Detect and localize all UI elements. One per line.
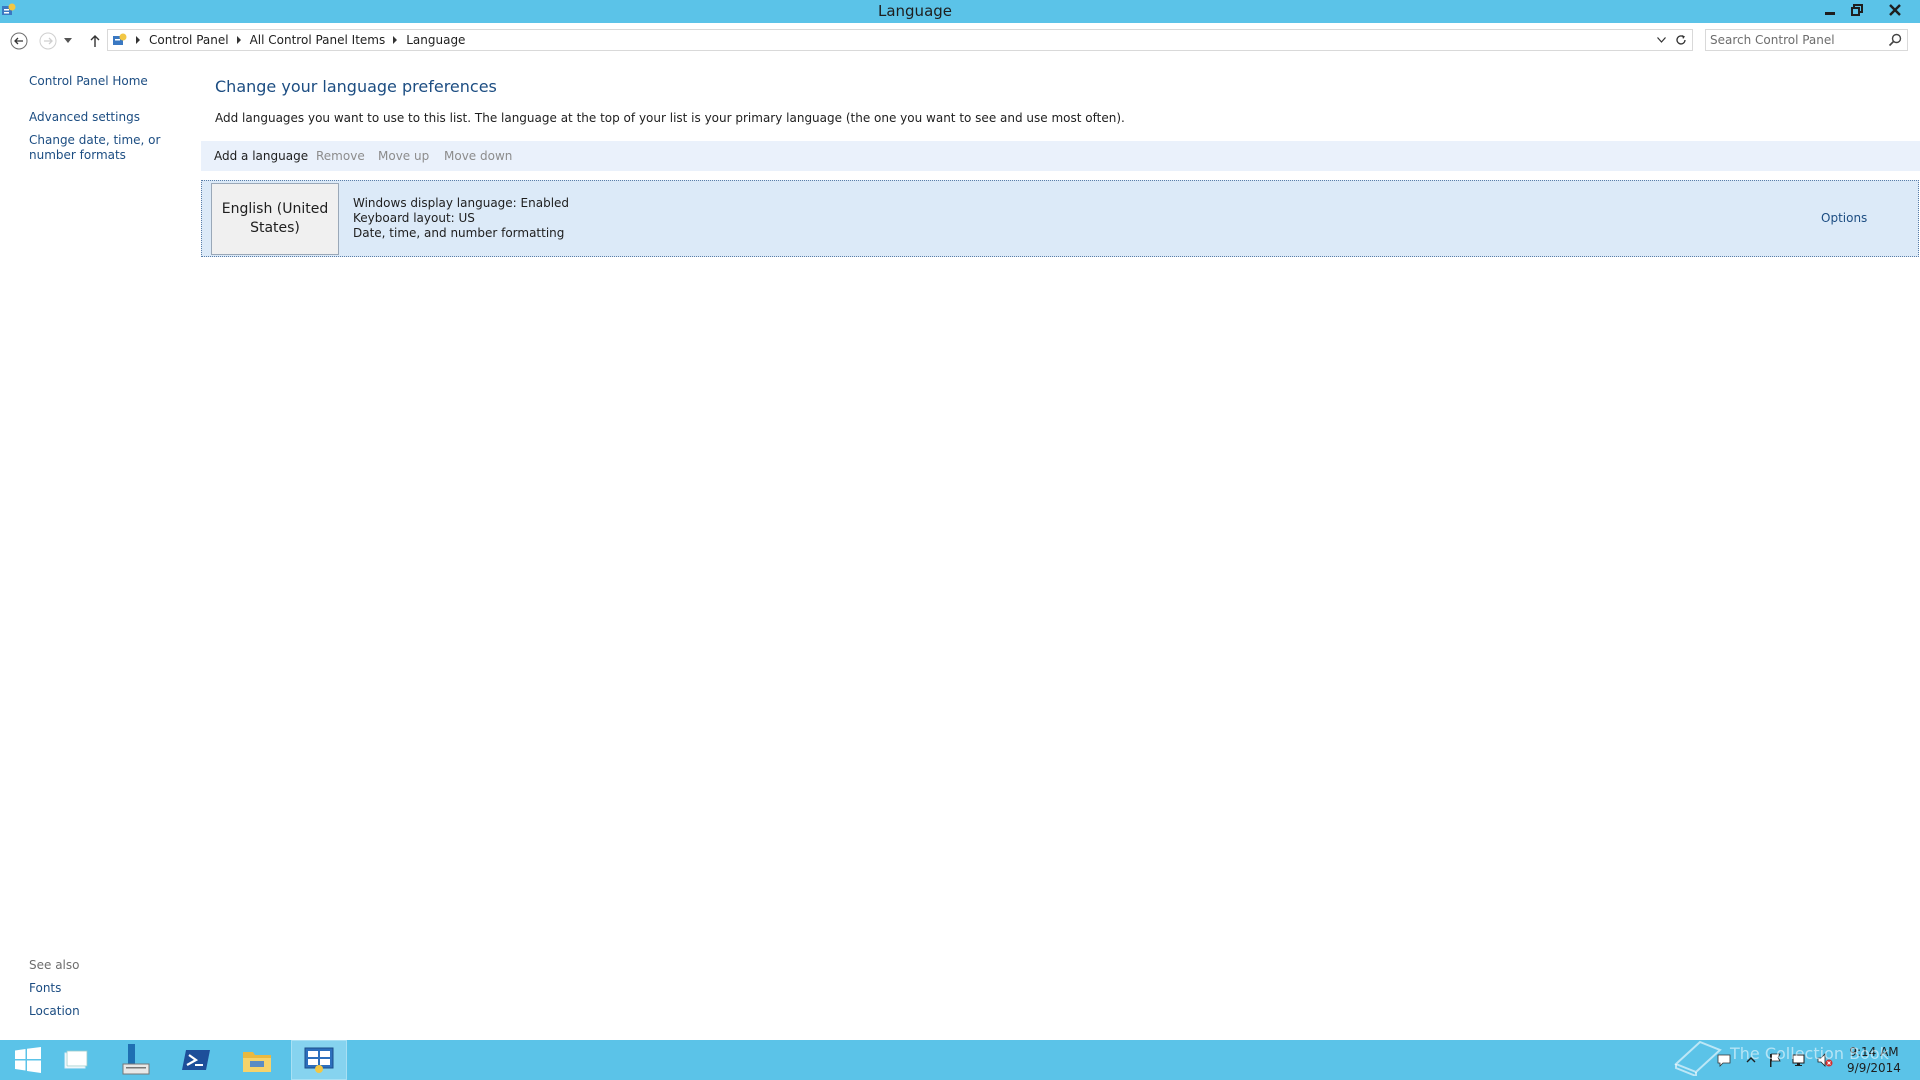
see-also-link-location[interactable]: Location <box>29 1004 80 1019</box>
breadcrumb-control-panel[interactable]: Control Panel <box>149 33 229 47</box>
address-bar[interactable]: Control Panel All Control Panel Items La… <box>107 29 1693 51</box>
refresh-icon <box>1676 35 1686 45</box>
folder-icon <box>243 1052 271 1072</box>
search-box[interactable] <box>1705 29 1908 51</box>
add-language-button[interactable]: Add a language <box>214 149 308 163</box>
search-icon[interactable] <box>1887 32 1903 48</box>
sidebar: Control Panel Home Advanced settings Cha… <box>0 56 200 1040</box>
move-down-button[interactable]: Move down <box>444 149 512 163</box>
chevron-down-icon <box>64 38 72 43</box>
minimize-button[interactable] <box>1816 0 1843 20</box>
server-manager-icon <box>64 1050 88 1069</box>
breadcrumb-all-items[interactable]: All Control Panel Items <box>250 33 386 47</box>
move-up-button[interactable]: Move up <box>378 149 429 163</box>
see-also-heading: See also <box>29 958 80 972</box>
recent-locations-button[interactable] <box>62 31 74 51</box>
watermark-text: The Collection Book <box>1730 1044 1889 1063</box>
taskbar-network-button[interactable] <box>107 1040 163 1080</box>
page-title: Change your language preferences <box>215 77 497 96</box>
close-icon <box>1889 4 1901 16</box>
breadcrumb: Control Panel All Control Panel Items La… <box>112 30 465 50</box>
windows-logo-icon <box>15 1047 41 1073</box>
taskbar: 9:14 AM 9/9/2014 <box>0 1040 1920 1080</box>
formatting-status: Date, time, and number formatting <box>353 226 565 240</box>
refresh-button[interactable] <box>1671 31 1691 49</box>
language-options-link[interactable]: Options <box>1821 211 1867 225</box>
back-button[interactable] <box>9 31 29 51</box>
back-arrow-icon <box>10 32 28 50</box>
watermark: The Collection Book <box>1670 1036 1900 1076</box>
breadcrumb-separator-icon[interactable] <box>136 36 140 44</box>
display-language-status: Windows display language: Enabled <box>353 196 570 210</box>
network-computer-icon <box>122 1044 150 1075</box>
chevron-down-icon <box>1656 37 1666 43</box>
page-description: Add languages you want to use to this li… <box>215 111 1125 125</box>
keyboard-layout-status: Keyboard layout: US <box>353 211 475 225</box>
see-also-link-fonts[interactable]: Fonts <box>29 981 61 996</box>
taskbar-server-manager-button[interactable] <box>48 1040 104 1080</box>
control-panel-icon <box>304 1047 334 1073</box>
language-details: Windows display language: Enabled Keyboa… <box>353 196 569 241</box>
language-list-item[interactable]: English (United States) Windows display … <box>201 180 1919 257</box>
forward-arrow-icon <box>39 32 57 50</box>
language-toolbar: Add a language Remove Move up Move down <box>201 141 1920 171</box>
close-button[interactable] <box>1880 0 1910 20</box>
breadcrumb-separator-icon[interactable] <box>393 36 398 44</box>
up-arrow-icon <box>90 35 100 47</box>
address-history-button[interactable] <box>1651 31 1671 49</box>
taskbar-powershell-button[interactable] <box>168 1040 224 1080</box>
control-panel-icon <box>113 33 127 45</box>
remove-button[interactable]: Remove <box>316 149 365 163</box>
forward-button[interactable] <box>38 31 58 51</box>
restore-icon <box>1850 4 1863 16</box>
sidebar-link-control-panel-home[interactable]: Control Panel Home <box>29 74 148 89</box>
minimize-icon <box>1824 12 1835 15</box>
sidebar-link-change-date-formats[interactable]: Change date, time, or number formats <box>29 133 194 163</box>
breadcrumb-language[interactable]: Language <box>406 33 465 47</box>
up-button[interactable] <box>85 31 105 51</box>
sidebar-link-advanced-settings[interactable]: Advanced settings <box>29 110 140 125</box>
window-title: Language <box>877 2 953 20</box>
breadcrumb-separator-icon[interactable] <box>236 36 241 44</box>
title-bar: Language <box>0 0 1920 23</box>
navigation-bar: Control Panel All Control Panel Items La… <box>0 25 1920 56</box>
taskbar-file-explorer-button[interactable] <box>229 1040 285 1080</box>
book-watermark-icon <box>1674 1040 1722 1076</box>
powershell-icon <box>182 1050 210 1070</box>
language-tile[interactable]: English (United States) <box>211 183 339 255</box>
restore-button[interactable] <box>1843 0 1870 20</box>
search-input[interactable] <box>1710 31 1880 49</box>
taskbar-control-panel-button[interactable] <box>291 1040 347 1080</box>
